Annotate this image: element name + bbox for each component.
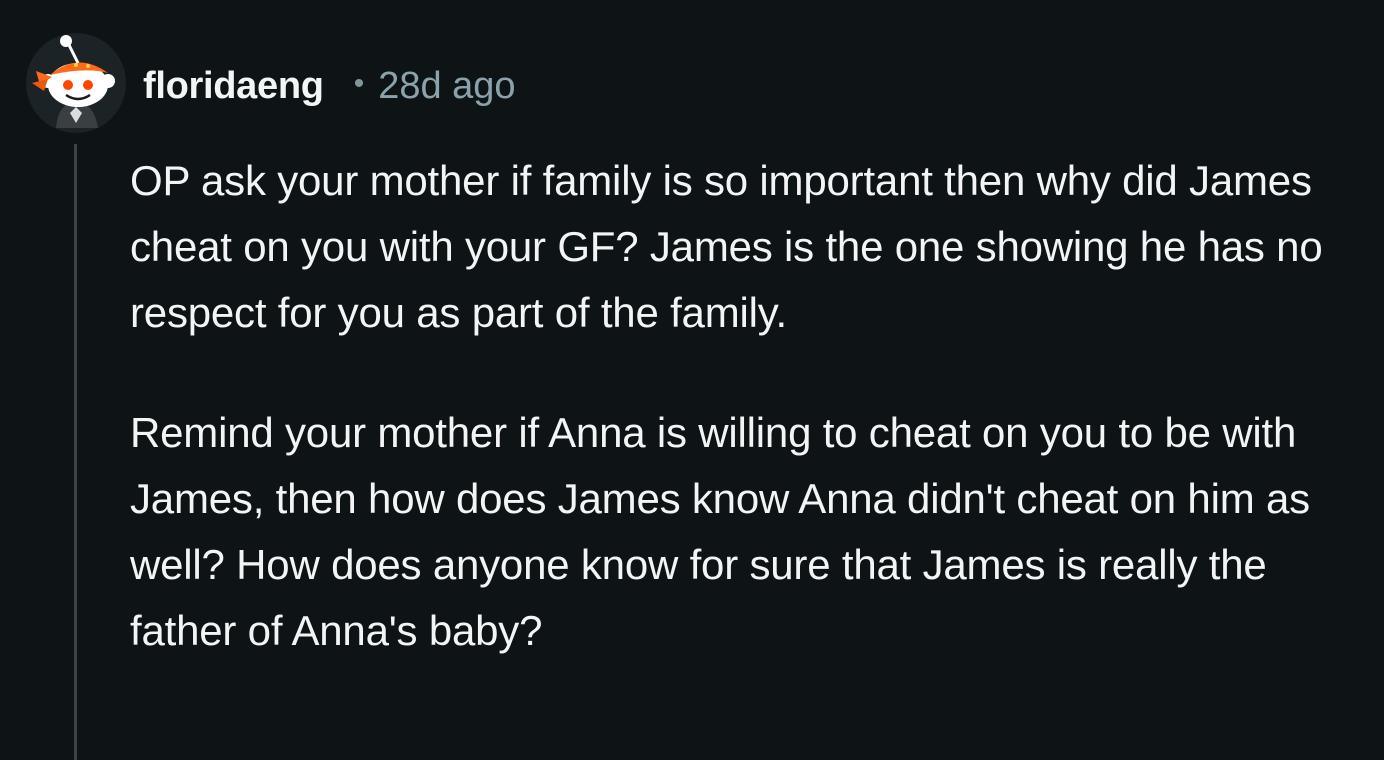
- comment-paragraph: Remind your mother if Anna is willing to…: [130, 409, 1310, 654]
- snoo-avatar-icon: [32, 35, 115, 128]
- comment-body: OP ask your mother if family is so impor…: [130, 148, 1360, 664]
- user-avatar[interactable]: [26, 33, 126, 133]
- username-link[interactable]: floridaeng: [143, 65, 324, 108]
- meta-separator: •: [353, 67, 365, 100]
- comment: floridaeng • 28d ago OP ask your mother …: [0, 0, 1384, 760]
- comment-paragraph: OP ask your mother if family is so impor…: [130, 157, 1323, 336]
- comment-timestamp[interactable]: 28d ago: [378, 65, 515, 108]
- comment-header: floridaeng • 28d ago: [143, 62, 516, 110]
- thread-line[interactable]: [74, 144, 77, 760]
